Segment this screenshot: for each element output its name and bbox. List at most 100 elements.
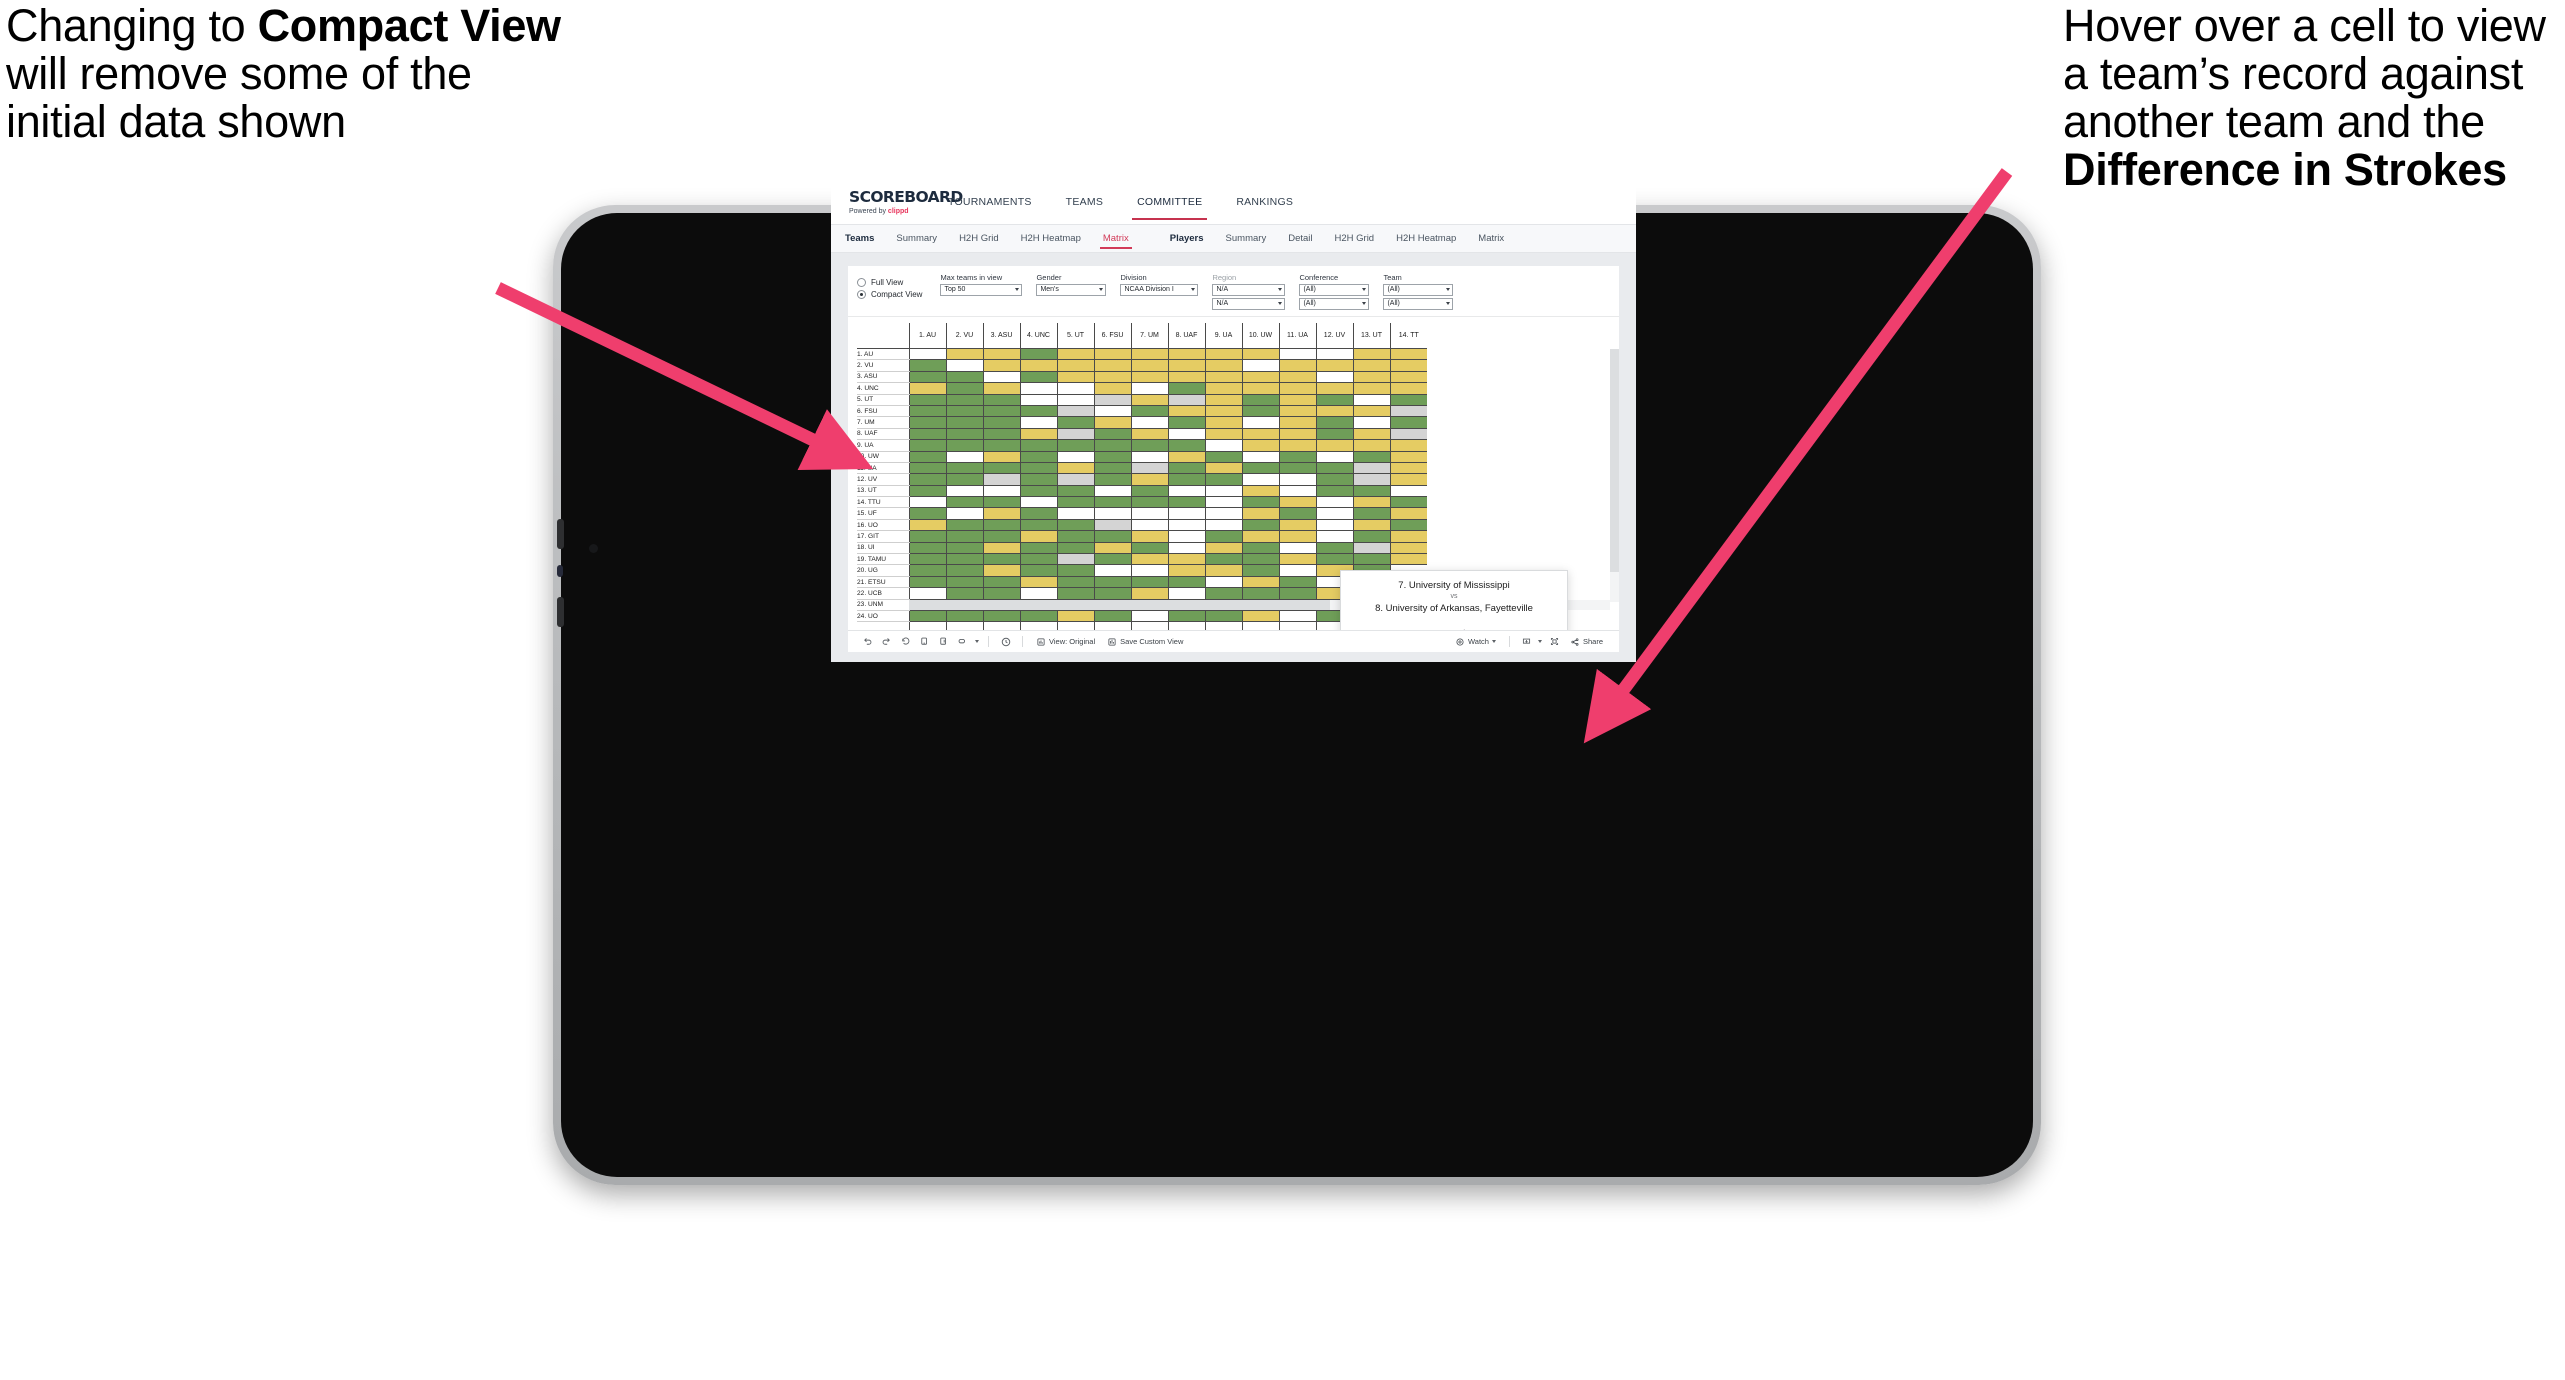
matrix-cell[interactable] bbox=[1167, 587, 1205, 600]
matrix-cell[interactable] bbox=[1019, 610, 1057, 623]
matrix-cell[interactable] bbox=[1130, 519, 1168, 532]
matrix-cell[interactable] bbox=[1056, 451, 1094, 463]
matrix-cell[interactable] bbox=[1278, 348, 1316, 361]
download-icon[interactable] bbox=[1517, 634, 1536, 650]
subnav-players-detail[interactable]: Detail bbox=[1277, 225, 1323, 253]
matrix-cell[interactable] bbox=[1204, 587, 1242, 600]
matrix-cell[interactable] bbox=[908, 519, 946, 532]
matrix-cell[interactable] bbox=[1204, 462, 1242, 475]
refresh-data-icon[interactable] bbox=[915, 634, 934, 650]
matrix-cell[interactable] bbox=[1352, 519, 1390, 532]
subnav-players-h2h-heatmap[interactable]: H2H Heatmap bbox=[1385, 225, 1467, 253]
select-team-1[interactable]: (All) bbox=[1383, 283, 1454, 296]
matrix-cell[interactable] bbox=[1167, 564, 1205, 577]
matrix-cell[interactable] bbox=[1389, 473, 1427, 486]
matrix-cell[interactable] bbox=[1278, 394, 1316, 406]
matrix-cell[interactable] bbox=[1130, 587, 1168, 600]
matrix-cell[interactable] bbox=[1315, 439, 1353, 452]
brand-logo[interactable]: SCOREBOARD Powered by clippd bbox=[831, 185, 963, 224]
matrix-cell[interactable] bbox=[1389, 530, 1427, 543]
matrix-cell[interactable] bbox=[1167, 371, 1205, 384]
download-dropdown-icon[interactable] bbox=[1536, 634, 1545, 650]
matrix-cell[interactable] bbox=[1389, 405, 1427, 418]
matrix-cell[interactable] bbox=[982, 485, 1020, 498]
matrix-cell[interactable] bbox=[1204, 564, 1242, 577]
matrix-cell[interactable] bbox=[1278, 451, 1316, 463]
matrix-cell[interactable] bbox=[1278, 405, 1316, 418]
matrix-cell[interactable] bbox=[1315, 542, 1353, 555]
matrix-cell[interactable] bbox=[945, 451, 983, 463]
nav-tournaments[interactable]: TOURNAMENTS bbox=[931, 196, 1049, 220]
matrix-cell[interactable] bbox=[1130, 496, 1168, 509]
radio-full-view[interactable]: Full View bbox=[857, 278, 922, 287]
matrix-cell[interactable] bbox=[1278, 576, 1316, 589]
matrix-scroll-area[interactable]: 1. AU 2. VU 3. ASU 4. UNC 5. UT 6. FSU 7. UM 8.… bbox=[848, 317, 1619, 630]
matrix-cell[interactable] bbox=[982, 428, 1020, 441]
matrix-cell[interactable] bbox=[1352, 439, 1390, 452]
matrix-cell[interactable] bbox=[1352, 553, 1390, 566]
matrix-cell[interactable] bbox=[908, 576, 946, 589]
share-button[interactable]: Share bbox=[1564, 637, 1609, 647]
vertical-scroll-thumb[interactable] bbox=[1610, 348, 1619, 572]
matrix-cell[interactable] bbox=[1093, 451, 1131, 463]
matrix-cell[interactable] bbox=[1167, 496, 1205, 509]
matrix-cell[interactable] bbox=[1019, 507, 1057, 520]
matrix-cell[interactable] bbox=[1093, 359, 1131, 372]
matrix-cell[interactable] bbox=[945, 485, 983, 498]
matrix-cell[interactable] bbox=[1278, 610, 1316, 623]
matrix-cell[interactable] bbox=[1167, 553, 1205, 566]
highlight-dropdown-icon[interactable] bbox=[972, 634, 981, 650]
matrix-cell[interactable] bbox=[1204, 348, 1242, 361]
undo-icon[interactable] bbox=[858, 634, 877, 650]
matrix-cell[interactable] bbox=[1093, 428, 1131, 441]
matrix-cell[interactable] bbox=[1241, 394, 1279, 406]
subnav-teams-h2h-grid[interactable]: H2H Grid bbox=[948, 225, 1010, 253]
matrix-cell[interactable] bbox=[1315, 394, 1353, 406]
tablet-side-button-top[interactable] bbox=[557, 519, 564, 549]
matrix-cell[interactable] bbox=[1130, 359, 1168, 372]
matrix-cell[interactable] bbox=[1204, 576, 1242, 589]
matrix-cell[interactable] bbox=[1093, 576, 1131, 589]
matrix-cell[interactable] bbox=[908, 371, 946, 384]
matrix-cell[interactable] bbox=[1389, 451, 1427, 463]
matrix-cell[interactable] bbox=[908, 348, 946, 361]
matrix-cell[interactable] bbox=[1130, 405, 1168, 418]
matrix-cell[interactable] bbox=[1352, 451, 1390, 463]
matrix-cell[interactable] bbox=[1093, 564, 1131, 577]
matrix-cell[interactable] bbox=[1056, 473, 1094, 486]
matrix-cell[interactable] bbox=[1241, 587, 1279, 600]
highlight-icon[interactable] bbox=[953, 634, 972, 650]
revert-icon[interactable] bbox=[896, 634, 915, 650]
matrix-cell[interactable] bbox=[1056, 530, 1094, 543]
matrix-cell[interactable] bbox=[1352, 382, 1390, 395]
matrix-cell[interactable] bbox=[945, 473, 983, 486]
matrix-cell[interactable] bbox=[1241, 451, 1279, 463]
matrix-cell[interactable] bbox=[1167, 451, 1205, 463]
matrix-cell[interactable] bbox=[1093, 610, 1131, 623]
matrix-cell[interactable] bbox=[945, 462, 983, 475]
matrix-cell[interactable] bbox=[1093, 371, 1131, 384]
matrix-cell[interactable] bbox=[1167, 473, 1205, 486]
matrix-cell[interactable] bbox=[1019, 439, 1057, 452]
matrix-cell[interactable] bbox=[1056, 439, 1094, 452]
matrix-cell[interactable] bbox=[1204, 451, 1242, 463]
matrix-cell[interactable] bbox=[1352, 485, 1390, 498]
subnav-teams-matrix[interactable]: Matrix bbox=[1092, 225, 1140, 253]
matrix-cell[interactable] bbox=[1093, 530, 1131, 543]
history-clock-icon[interactable] bbox=[996, 634, 1015, 650]
matrix-cell[interactable] bbox=[1352, 416, 1390, 429]
matrix-cell[interactable] bbox=[1204, 382, 1242, 395]
matrix-cell[interactable] bbox=[1278, 371, 1316, 384]
tablet-side-button-mid[interactable] bbox=[557, 565, 563, 577]
matrix-cell[interactable] bbox=[1093, 405, 1131, 418]
matrix-cell[interactable] bbox=[1315, 496, 1353, 509]
matrix-cell[interactable] bbox=[1130, 451, 1168, 463]
matrix-cell[interactable] bbox=[1056, 553, 1094, 566]
matrix-cell[interactable] bbox=[1352, 473, 1390, 486]
matrix-cell[interactable] bbox=[1204, 485, 1242, 498]
matrix-cell[interactable] bbox=[945, 371, 983, 384]
matrix-cell[interactable] bbox=[1019, 382, 1057, 395]
matrix-cell[interactable] bbox=[908, 416, 946, 429]
matrix-cell[interactable] bbox=[945, 542, 983, 555]
redo-icon[interactable] bbox=[877, 634, 896, 650]
